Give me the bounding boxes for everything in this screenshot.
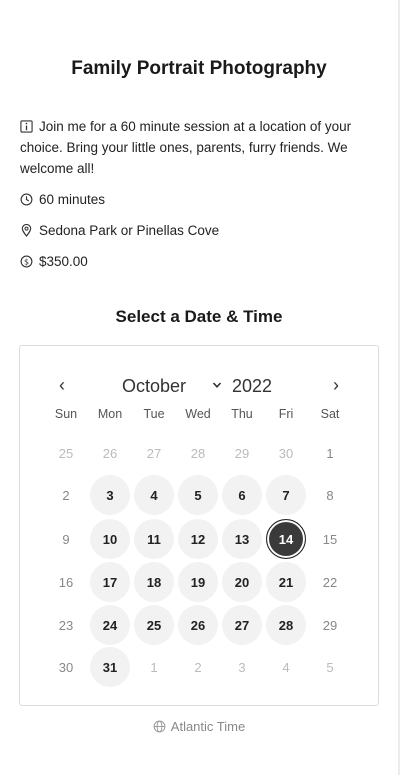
available-day[interactable]: 18 [134, 562, 174, 602]
map-pin-icon [21, 224, 32, 237]
section-title: Select a Date & Time [115, 307, 283, 326]
weekday-label: Mon [97, 407, 123, 421]
calendar-day: 22 [322, 574, 338, 590]
info-icon [20, 120, 33, 133]
calendar-day: 5 [326, 659, 334, 675]
available-day[interactable]: 13 [222, 519, 262, 559]
event-description-text: Join me for a 60 minute session at a loc… [20, 119, 352, 176]
calendar-day: 29 [234, 445, 250, 461]
event-duration-text: 60 minutes [39, 192, 106, 207]
available-day[interactable]: 4 [134, 475, 174, 515]
selected-day[interactable]: 14 [266, 519, 306, 559]
calendar-day: 30 [278, 445, 294, 461]
clock-icon [20, 193, 33, 206]
calendar-day: 28 [190, 445, 206, 461]
calendar-day: 1 [326, 445, 334, 461]
chevron-down-icon[interactable] [212, 380, 222, 390]
calendar-day: 27 [146, 445, 162, 461]
calendar-day: 16 [58, 574, 74, 590]
prev-month-button[interactable]: ‹ [52, 375, 72, 396]
calendar-day: 30 [58, 659, 74, 675]
year-label: 2022 [232, 376, 273, 396]
available-day[interactable]: 3 [90, 475, 130, 515]
weekday-label: Tue [143, 407, 165, 421]
event-title: Family Portrait Photography [71, 58, 327, 79]
available-day[interactable]: 25 [134, 605, 174, 645]
calendar-day: 25 [58, 445, 74, 461]
calendar-day: 23 [58, 617, 74, 633]
calendar-day: 3 [238, 659, 246, 675]
available-day[interactable]: 24 [90, 605, 130, 645]
available-day[interactable]: 20 [222, 562, 262, 602]
available-day[interactable]: 19 [178, 562, 218, 602]
event-location: Sedona Park or Pinellas Cove [20, 220, 380, 241]
available-day[interactable]: 12 [178, 519, 218, 559]
weekday-label: Wed [185, 407, 211, 421]
event-price: $ $350.00 [20, 251, 380, 272]
event-location-text: Sedona Park or Pinellas Cove [39, 223, 220, 238]
calendar-day: 29 [322, 617, 338, 633]
calendar-day: 26 [102, 445, 118, 461]
event-description: Join me for a 60 minute session at a loc… [20, 116, 380, 179]
event-duration: 60 minutes [20, 189, 380, 210]
globe-icon [153, 720, 166, 733]
calendar-day: 8 [326, 487, 334, 503]
month-select[interactable]: October [122, 376, 186, 397]
event-price-text: $350.00 [39, 254, 88, 269]
timezone[interactable]: Atlantic Time [0, 719, 398, 734]
available-day[interactable]: 28 [266, 605, 306, 645]
calendar-day: 1 [150, 659, 158, 675]
weekday-label: Sun [54, 407, 78, 421]
available-day[interactable]: 7 [266, 475, 306, 515]
available-day[interactable]: 5 [178, 475, 218, 515]
available-day[interactable]: 21 [266, 562, 306, 602]
available-day[interactable]: 31 [90, 647, 130, 687]
available-day[interactable]: 26 [178, 605, 218, 645]
calendar-day: 4 [282, 659, 290, 675]
next-month-button[interactable]: › [326, 375, 346, 396]
calendar-day: 2 [62, 487, 70, 503]
timezone-label: Atlantic Time [170, 719, 246, 734]
available-day[interactable]: 27 [222, 605, 262, 645]
available-day[interactable]: 6 [222, 475, 262, 515]
weekday-label: Fri [278, 407, 294, 421]
weekday-label: Sat [320, 407, 340, 421]
calendar-day: 2 [194, 659, 202, 675]
calendar-day: 9 [62, 531, 70, 547]
svg-text:$: $ [24, 257, 29, 266]
calendar-day: 15 [322, 531, 338, 547]
weekday-label: Thu [231, 407, 253, 421]
available-day[interactable]: 17 [90, 562, 130, 602]
dollar-icon: $ [20, 255, 33, 268]
available-day[interactable]: 11 [134, 519, 174, 559]
available-day[interactable]: 10 [90, 519, 130, 559]
